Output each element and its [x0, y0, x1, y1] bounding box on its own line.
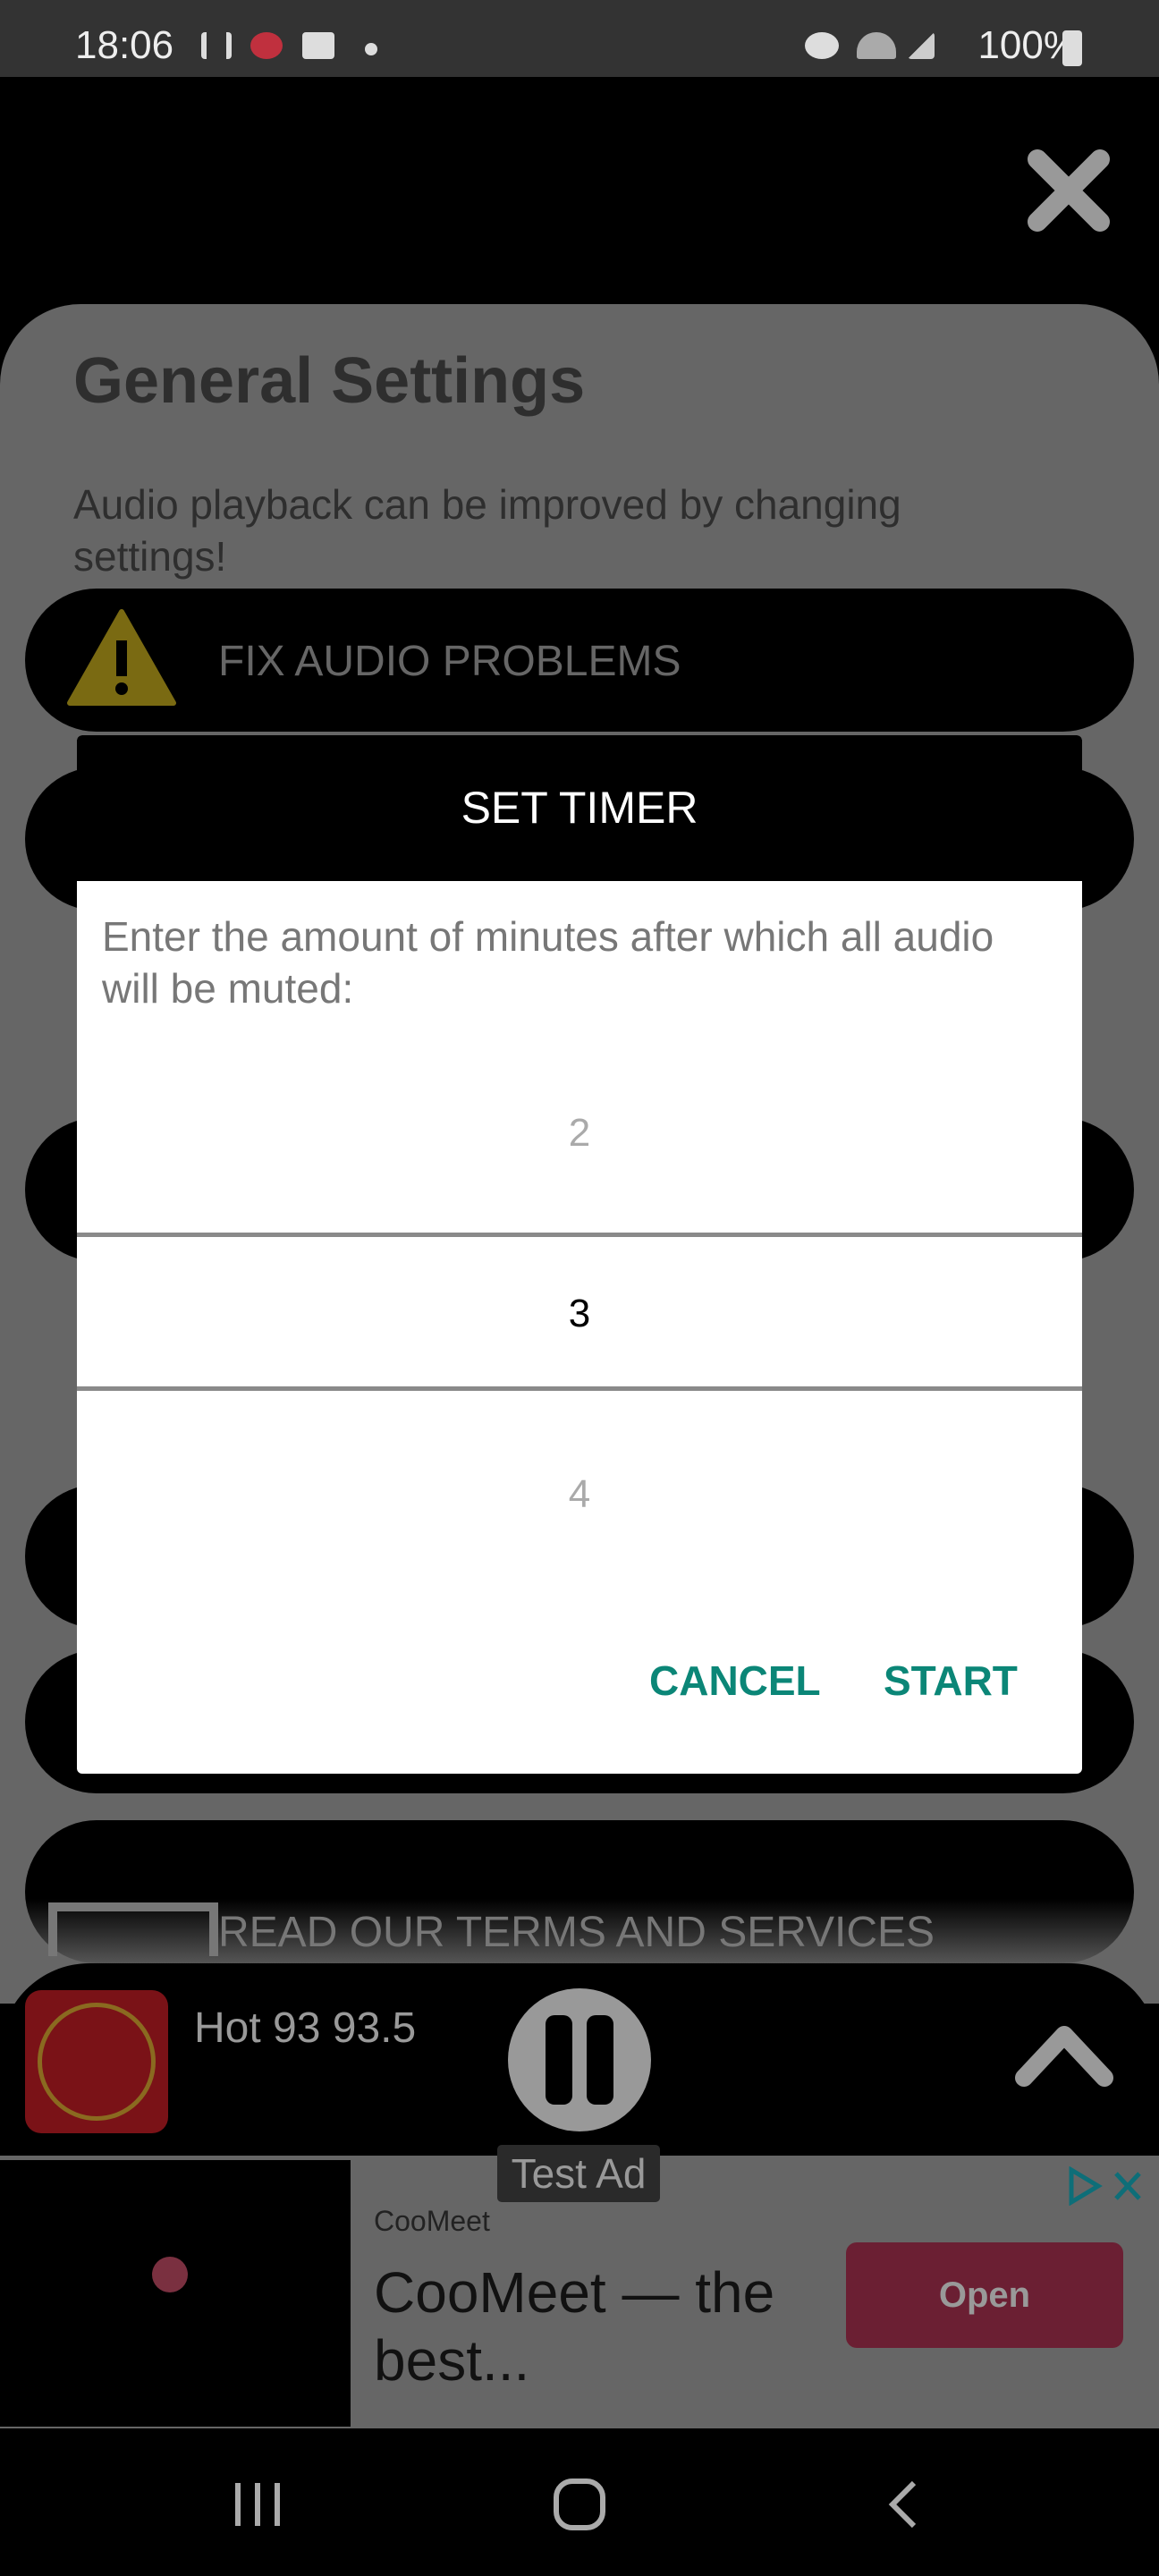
page-title: General Settings	[73, 345, 586, 417]
set-timer-dialog: SET TIMER Enter the amount of minutes af…	[77, 735, 1082, 1774]
alarm-icon	[805, 32, 839, 59]
back-icon[interactable]	[884, 2478, 923, 2531]
dialog-title: SET TIMER	[77, 735, 1082, 881]
flag-icon	[250, 32, 283, 59]
start-button[interactable]: START	[884, 1657, 1018, 1705]
dot-icon	[365, 43, 377, 55]
fix-audio-label: FIX AUDIO PROBLEMS	[218, 638, 681, 685]
cancel-button[interactable]: CANCEL	[649, 1657, 821, 1705]
close-icon[interactable]	[1024, 146, 1113, 235]
ad-headline: CooMeet — the best...	[374, 2260, 775, 2393]
terms-label: READ OUR TERMS AND SERVICES	[218, 1909, 935, 1956]
picker-divider	[77, 1386, 1082, 1391]
voicemail-icon	[201, 32, 232, 59]
ad-open-button[interactable]: Open	[846, 2242, 1123, 2348]
chevron-up-icon[interactable]	[1015, 2024, 1113, 2087]
test-ad-badge: Test Ad	[497, 2145, 660, 2202]
status-bar: 18:06 100%	[0, 0, 1159, 77]
gallery-icon	[302, 32, 334, 59]
settings-description: Audio playback can be improved by changi…	[73, 481, 901, 580]
recent-apps-icon[interactable]	[231, 2478, 284, 2531]
dialog-message: Enter the amount of minutes after which …	[102, 913, 994, 1012]
picker-next-value[interactable]: 4	[77, 1472, 1082, 1517]
battery-icon	[1062, 30, 1082, 66]
station-logo	[25, 1990, 168, 2133]
navigation-bar	[0, 2433, 1159, 2576]
ad-image[interactable]	[0, 2160, 351, 2427]
bird-logo-icon	[152, 2257, 188, 2292]
home-icon[interactable]	[551, 2476, 608, 2533]
handshake-icon	[48, 1902, 218, 1956]
signal-icon	[908, 32, 935, 59]
adchoices-icon[interactable]	[1066, 2166, 1146, 2206]
pause-button[interactable]	[508, 1988, 651, 2131]
terms-button[interactable]: READ OUR TERMS AND SERVICES	[25, 1820, 1134, 1963]
ad-advertiser: CooMeet	[374, 2205, 490, 2237]
picker-prev-value[interactable]: 2	[77, 1111, 1082, 1156]
picker-divider	[77, 1233, 1082, 1237]
fix-audio-button[interactable]: FIX AUDIO PROBLEMS	[25, 589, 1134, 732]
warning-icon	[67, 609, 176, 706]
picker-selected-value[interactable]: 3	[77, 1292, 1082, 1336]
wifi-icon	[857, 32, 896, 59]
pause-icon	[546, 2015, 572, 2105]
station-name: Hot 93 93.5	[194, 2004, 417, 2052]
status-time: 18:06	[75, 23, 174, 67]
